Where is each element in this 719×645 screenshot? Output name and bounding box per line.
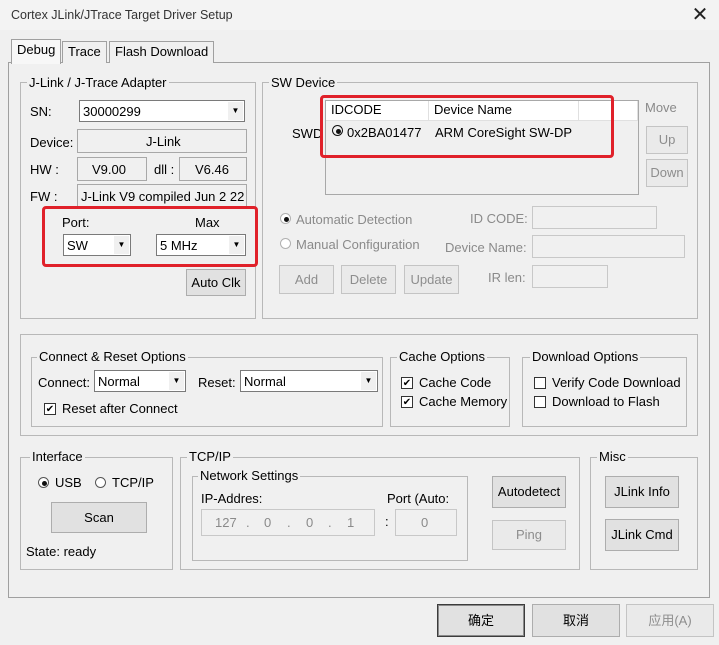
fw-label: FW : — [30, 189, 58, 204]
verify-code-download-label: Verify Code Download — [552, 375, 681, 390]
connect-label: Connect: — [38, 375, 91, 390]
cache-memory-checkbox[interactable]: ✔ — [401, 396, 413, 408]
scan-button[interactable]: Scan — [51, 502, 147, 533]
autodetect-button[interactable]: Autodetect — [492, 476, 566, 508]
ip-address-label: IP-Addres: — [201, 491, 263, 506]
port-auto-label: Port (Auto: — [387, 491, 450, 506]
manual-config-label: Manual Configuration — [296, 237, 420, 252]
update-button[interactable]: Update — [404, 265, 459, 294]
sn-label: SN: — [30, 104, 52, 119]
reset-after-connect-checkbox[interactable]: ✔ — [44, 403, 56, 415]
chevron-down-icon[interactable]: ▼ — [169, 372, 184, 390]
fw-value: J-Link V9 compiled Jun 2 22 — [81, 189, 245, 204]
add-button[interactable]: Add — [279, 265, 334, 294]
download-to-flash-checkbox[interactable] — [534, 396, 546, 408]
move-down-button[interactable]: Down — [646, 159, 688, 187]
tab-trace[interactable]: Trace — [62, 41, 107, 63]
usb-label: USB — [55, 475, 82, 490]
tab-flash-download[interactable]: Flash Download — [109, 41, 215, 63]
hw-label: HW : — [30, 162, 59, 177]
auto-detect-radio[interactable] — [280, 213, 291, 224]
ping-button[interactable]: Ping — [492, 520, 566, 550]
connect-reset-group-label: Connect & Reset Options — [37, 349, 188, 364]
ip-octet-4: 1 — [347, 515, 355, 530]
port-separator: : — [385, 514, 389, 529]
reset-select[interactable]: Normal ▼ — [240, 370, 378, 392]
reset-after-connect-label: Reset after Connect — [62, 401, 178, 416]
id-code-field[interactable] — [532, 206, 657, 229]
tcpip-group-label: TCP/IP — [187, 449, 233, 464]
fw-field: J-Link V9 compiled Jun 2 22 — [77, 184, 247, 208]
hw-field: V9.00 — [77, 157, 147, 181]
tcp-port-value: 0 — [421, 515, 429, 530]
misc-group-label: Misc — [597, 449, 628, 464]
device-field: J-Link — [77, 129, 247, 153]
dll-label: dll : — [154, 162, 175, 177]
device-name-field[interactable] — [532, 235, 685, 258]
ip-dot: . — [328, 515, 332, 530]
tcpip-radio-label: TCP/IP — [112, 475, 154, 490]
tab-debug[interactable]: Debug — [11, 39, 62, 64]
interface-state: State: ready — [26, 544, 97, 559]
tcpip-radio[interactable] — [95, 477, 106, 488]
ir-len-field[interactable] — [532, 265, 608, 288]
download-options-group — [522, 357, 687, 427]
ok-button[interactable]: 确定 — [437, 604, 525, 637]
cache-code-label: Cache Code — [419, 375, 492, 390]
chevron-down-icon[interactable]: ▼ — [228, 102, 243, 120]
sn-value: 30000299 — [83, 104, 141, 119]
ir-len-label: IR len: — [488, 270, 526, 285]
connect-value: Normal — [98, 374, 140, 389]
manual-config-radio[interactable] — [280, 238, 291, 249]
network-settings-label: Network Settings — [198, 468, 301, 483]
ip-octet-1: 127 — [215, 515, 237, 530]
sn-combo[interactable]: 30000299 ▼ — [79, 100, 245, 122]
interface-group-label: Interface — [30, 449, 85, 464]
device-highlight-box — [320, 95, 614, 158]
reset-label: Reset: — [198, 375, 236, 390]
verify-code-download-checkbox[interactable] — [534, 377, 546, 389]
window-title: Cortex JLink/JTrace Target Driver Setup — [11, 8, 233, 22]
misc-group — [590, 457, 698, 570]
cache-code-checkbox[interactable]: ✔ — [401, 377, 413, 389]
close-icon[interactable]: ✕ — [688, 3, 712, 27]
apply-button[interactable]: 应用(A) — [626, 604, 714, 637]
cache-options-group — [390, 357, 510, 427]
ip-dot: . — [287, 515, 291, 530]
jlink-info-button[interactable]: JLink Info — [605, 476, 679, 508]
ip-octet-2: 0 — [264, 515, 272, 530]
device-name-label: Device Name: — [445, 240, 527, 255]
download-options-group-label: Download Options — [530, 349, 641, 364]
dll-field: V6.46 — [179, 157, 247, 181]
move-up-button[interactable]: Up — [646, 126, 688, 154]
swd-label: SWD — [292, 126, 323, 141]
auto-detect-label: Automatic Detection — [296, 212, 413, 227]
ip-dot: . — [246, 515, 250, 530]
device-value: J-Link — [146, 134, 181, 149]
cancel-button[interactable]: 取消 — [532, 604, 620, 637]
connect-select[interactable]: Normal ▼ — [94, 370, 186, 392]
download-to-flash-label: Download to Flash — [552, 394, 660, 409]
auto-clk-button[interactable]: Auto Clk — [186, 269, 246, 296]
adapter-group-label: J-Link / J-Trace Adapter — [27, 75, 169, 90]
reset-value: Normal — [244, 374, 286, 389]
dll-value: V6.46 — [195, 162, 229, 177]
cache-memory-label: Cache Memory — [419, 394, 508, 409]
cache-options-group-label: Cache Options — [397, 349, 487, 364]
chevron-down-icon[interactable]: ▼ — [361, 372, 376, 390]
move-label: Move — [645, 100, 677, 115]
ip-address-field[interactable]: 127 . 0 . 0 . 1 — [201, 509, 375, 536]
ip-octet-3: 0 — [306, 515, 314, 530]
delete-button[interactable]: Delete — [341, 265, 396, 294]
connect-reset-group — [31, 357, 383, 427]
hw-value: V9.00 — [92, 162, 126, 177]
tcp-port-field[interactable]: 0 — [395, 509, 457, 536]
sw-device-group-label: SW Device — [269, 75, 338, 90]
usb-radio[interactable] — [38, 477, 49, 488]
jlink-cmd-button[interactable]: JLink Cmd — [605, 519, 679, 551]
port-highlight-box — [42, 206, 258, 267]
id-code-label: ID CODE: — [470, 211, 528, 226]
device-label: Device: — [30, 135, 74, 150]
